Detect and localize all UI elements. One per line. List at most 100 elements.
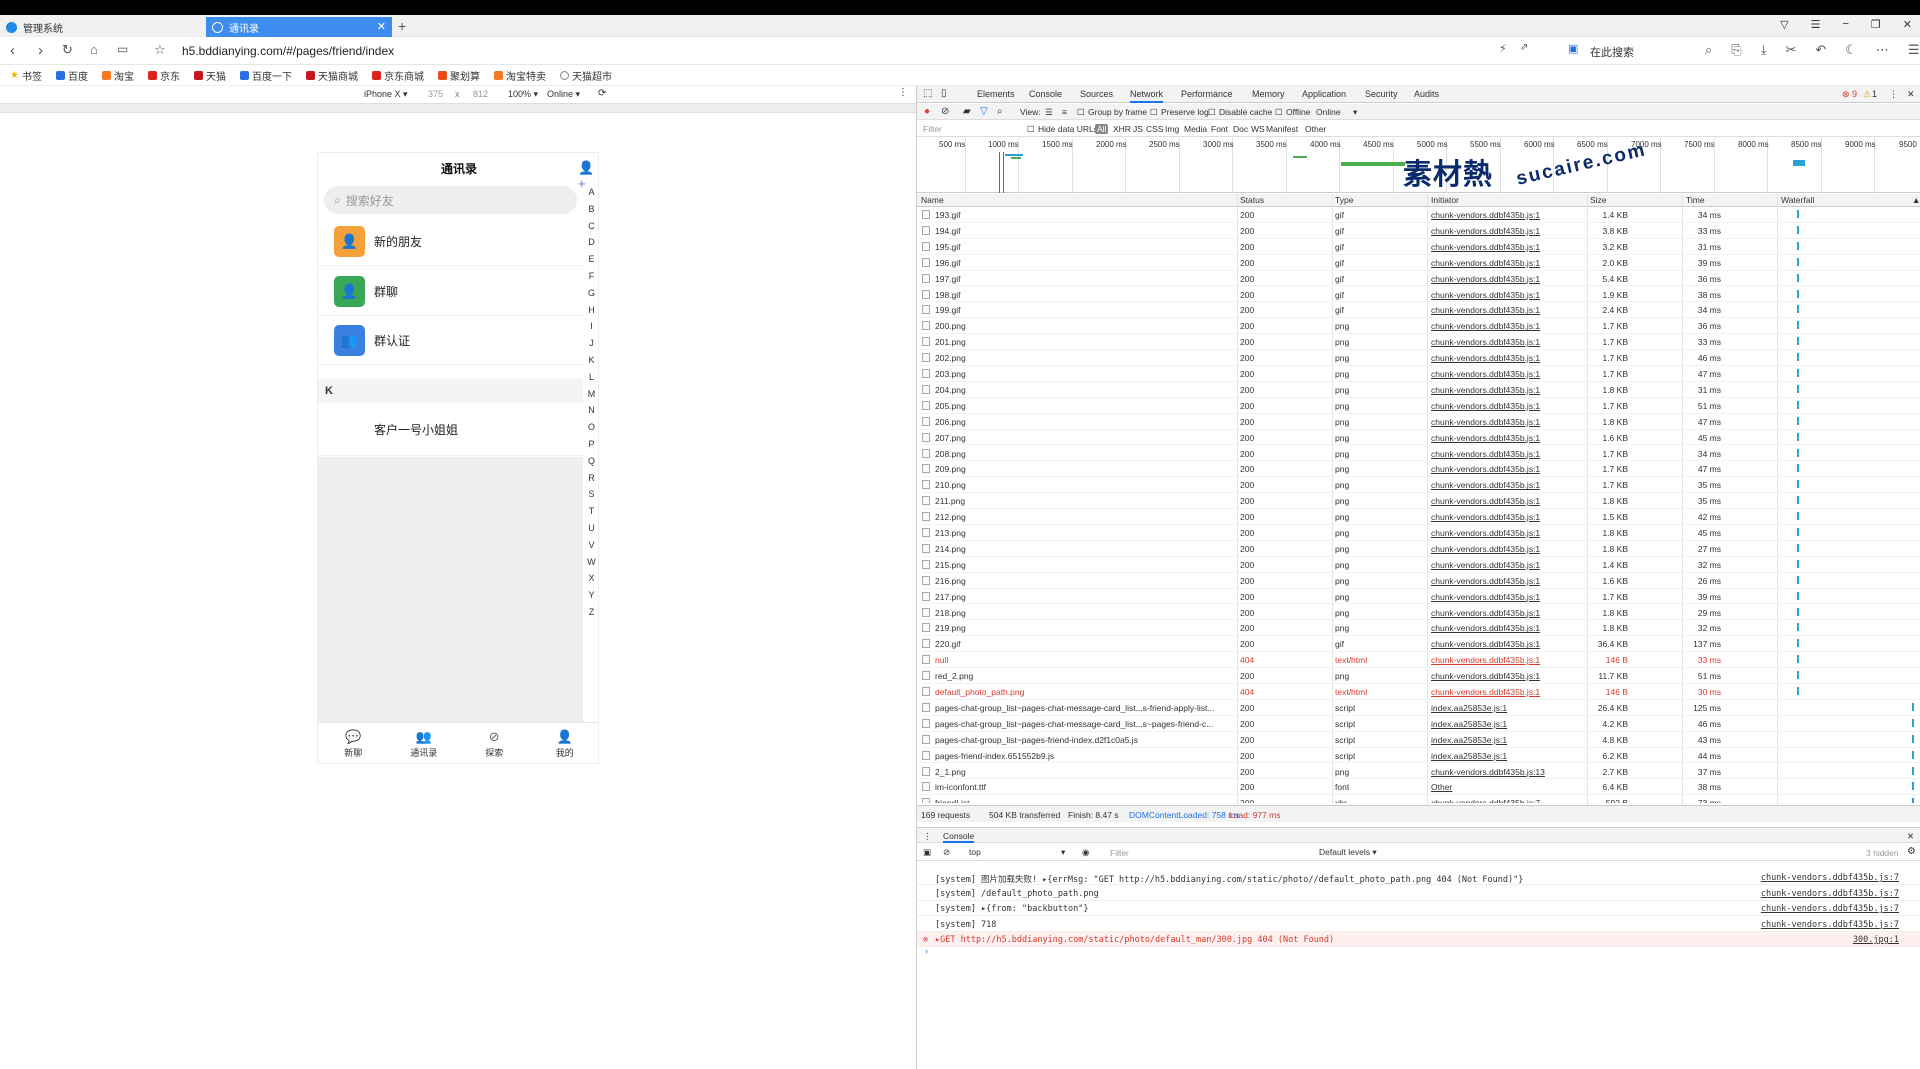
search-input[interactable]: ⌕ 搜索好友 bbox=[324, 186, 577, 214]
new-tab-button[interactable]: + bbox=[398, 18, 406, 34]
index-letter[interactable]: C bbox=[588, 218, 595, 235]
tab-console[interactable]: Console bbox=[1029, 89, 1062, 99]
table-row[interactable]: 218.png 200 png chunk-vendors.ddbf435b.js:1… bbox=[917, 605, 1920, 621]
chevron-down-icon[interactable]: ▾ bbox=[1061, 847, 1065, 858]
index-letter[interactable]: G bbox=[588, 285, 595, 302]
settings-gear-icon[interactable]: ⚙ bbox=[1907, 846, 1916, 857]
col-size[interactable]: Size bbox=[1590, 195, 1607, 205]
table-row[interactable]: red_2.png 200 png chunk-vendors.ddbf435b.js… bbox=[917, 668, 1920, 684]
index-letter[interactable]: S bbox=[588, 486, 594, 503]
sidebar-toggle-icon[interactable]: ▣ bbox=[923, 847, 931, 858]
more-options-icon[interactable]: ⋮ bbox=[898, 87, 908, 98]
index-letter[interactable]: Q bbox=[588, 453, 595, 470]
index-letter[interactable]: A bbox=[588, 184, 594, 201]
undo-icon[interactable]: ↶ bbox=[1815, 42, 1826, 58]
index-letter[interactable]: T bbox=[589, 503, 595, 520]
index-letter[interactable]: P bbox=[588, 436, 594, 453]
list-item-group-chat[interactable]: 👤 群聊 bbox=[318, 267, 583, 316]
table-row[interactable]: 208.png 200 png chunk-vendors.ddbf435b.js:1… bbox=[917, 446, 1920, 462]
index-letter[interactable]: N bbox=[588, 402, 595, 419]
table-row[interactable]: default_photo_path.png 404 text/html chunk-… bbox=[917, 684, 1920, 700]
search-input[interactable]: 在此搜索 bbox=[1590, 44, 1634, 60]
table-row[interactable]: 202.png 200 png chunk-vendors.ddbf435b.js:1… bbox=[917, 350, 1920, 366]
table-row[interactable]: 204.png 200 png chunk-vendors.ddbf435b.js:1… bbox=[917, 382, 1920, 398]
index-letter[interactable]: K bbox=[588, 352, 594, 369]
bookmark-item[interactable]: 百度一下 bbox=[239, 68, 292, 83]
hide-data-urls-checkbox[interactable]: ☐ bbox=[1027, 124, 1035, 135]
error-count[interactable]: 9 bbox=[1852, 89, 1857, 99]
index-letter[interactable]: M bbox=[588, 386, 596, 403]
index-letter[interactable]: Z bbox=[589, 604, 595, 621]
reader-icon[interactable]: ▭ bbox=[117, 42, 128, 56]
eye-icon[interactable]: ◉ bbox=[1082, 847, 1089, 858]
index-letter[interactable]: L bbox=[589, 369, 594, 386]
bookmark-item[interactable]: 天猫商城 bbox=[305, 68, 358, 83]
menu-icon[interactable]: ☰ bbox=[1908, 42, 1920, 58]
clear-icon[interactable]: ⊘ bbox=[941, 106, 949, 117]
table-row[interactable]: 2_1.png 200 png chunk-vendors.ddbf435b.js:1… bbox=[917, 764, 1920, 780]
bookmark-item[interactable]: 京东 bbox=[147, 68, 180, 83]
col-time[interactable]: Time bbox=[1686, 195, 1705, 205]
index-letter[interactable]: I bbox=[590, 318, 593, 335]
console-message[interactable]: [system] 图片加载失败! ▸{errMsg: "GET http://h… bbox=[917, 870, 1920, 885]
camera-icon[interactable]: ▰ bbox=[963, 106, 971, 117]
tab-memory[interactable]: Memory bbox=[1252, 89, 1285, 99]
throttle-select[interactable]: Online bbox=[1316, 107, 1341, 117]
table-row[interactable]: im-iconfont.ttf 200 font Other 6.4 KB 38 ms bbox=[917, 779, 1920, 796]
filter-input[interactable]: Filter bbox=[923, 124, 942, 134]
console-message[interactable]: [system] 718 chunk-vendors.ddbf435b.js:7 bbox=[917, 917, 1920, 932]
rotate-icon[interactable]: ⟳ bbox=[598, 88, 606, 99]
record-icon[interactable]: ● bbox=[924, 106, 930, 117]
filter-icon[interactable]: ▽ bbox=[980, 106, 988, 117]
extension-icon[interactable]: ⎘ bbox=[1731, 42, 1741, 58]
refresh-icon[interactable]: ↻ bbox=[62, 42, 73, 58]
console-prompt-icon[interactable]: › bbox=[925, 946, 928, 956]
index-letter[interactable]: J bbox=[589, 335, 594, 352]
table-row[interactable]: 213.png 200 png chunk-vendors.ddbf435b.js:1… bbox=[917, 525, 1920, 541]
forward-icon[interactable]: › bbox=[38, 42, 43, 59]
list-view-icon[interactable]: ☰ bbox=[1045, 107, 1053, 118]
table-row[interactable]: 200.png 200 png chunk-vendors.ddbf435b.js:1… bbox=[917, 318, 1920, 335]
filter-img[interactable]: Img bbox=[1165, 124, 1179, 134]
tab-console-drawer[interactable]: Console bbox=[943, 831, 975, 843]
tab-contacts[interactable]: 👥 通讯录 bbox=[389, 723, 460, 763]
table-row[interactable]: null 404 text/html chunk-vendors.ddbf435b.j… bbox=[917, 652, 1920, 669]
network-select[interactable]: Online ▾ bbox=[547, 89, 580, 100]
table-row[interactable]: 219.png 200 png chunk-vendors.ddbf435b.js:1… bbox=[917, 620, 1920, 637]
filter-ws[interactable]: WS bbox=[1251, 124, 1265, 134]
disable-cache-checkbox[interactable]: ☐ bbox=[1208, 107, 1216, 118]
table-row[interactable]: 203.png 200 png chunk-vendors.ddbf435b.js:1… bbox=[917, 366, 1920, 382]
filter-other[interactable]: Other bbox=[1305, 124, 1326, 134]
download-icon[interactable]: ⤓ bbox=[1761, 42, 1767, 58]
index-letter[interactable]: H bbox=[588, 302, 595, 319]
bookmark-item[interactable]: ★ 书签 bbox=[10, 68, 42, 83]
tab-audits[interactable]: Audits bbox=[1414, 89, 1439, 99]
zoom-select[interactable]: 100% ▾ bbox=[508, 89, 538, 100]
table-row[interactable]: 212.png 200 png chunk-vendors.ddbf435b.js:1… bbox=[917, 509, 1920, 525]
minimize-button[interactable]: − bbox=[1842, 18, 1848, 31]
url-input[interactable]: h5.bddianying.com/#/pages/friend/index bbox=[182, 44, 394, 58]
tab-sources[interactable]: Sources bbox=[1080, 89, 1113, 99]
tab-me[interactable]: 👤 我的 bbox=[530, 723, 599, 763]
scissors-icon[interactable]: ✂ bbox=[1785, 42, 1796, 58]
inspect-icon[interactable]: ⬚ bbox=[923, 88, 932, 99]
close-devtools-icon[interactable]: ✕ bbox=[1907, 89, 1915, 100]
device-toggle-icon[interactable]: ▯ bbox=[941, 88, 947, 99]
tab-security[interactable]: Security bbox=[1365, 89, 1398, 99]
table-row[interactable]: 195.gif 200 gif chunk-vendors.ddbf435b.js:1… bbox=[917, 239, 1920, 255]
filter-manifest[interactable]: Manifest bbox=[1266, 124, 1298, 134]
index-letter[interactable]: W bbox=[587, 554, 596, 571]
console-filter-input[interactable]: Filter bbox=[1110, 848, 1129, 858]
search-icon[interactable]: ⌕ bbox=[1705, 42, 1712, 58]
col-initiator[interactable]: Initiator bbox=[1431, 195, 1459, 205]
table-row[interactable]: pages-chat-group_list~pages-chat-message… bbox=[917, 700, 1920, 716]
table-row[interactable]: 211.png 200 png chunk-vendors.ddbf435b.js:1… bbox=[917, 493, 1920, 510]
table-row[interactable]: pages-chat-group_list~pages-chat-message… bbox=[917, 716, 1920, 732]
tab-contacts[interactable]: 通讯录 ✕ bbox=[206, 17, 392, 37]
alphabet-index[interactable]: A B C D E F G H I J K L M N O P Q R S T bbox=[583, 184, 598, 621]
table-row[interactable]: 215.png 200 png chunk-vendors.ddbf435b.js:1… bbox=[917, 557, 1920, 573]
col-type[interactable]: Type bbox=[1335, 195, 1353, 205]
table-row[interactable]: 210.png 200 png chunk-vendors.ddbf435b.js:1… bbox=[917, 477, 1920, 494]
close-tab-icon[interactable]: ✕ bbox=[377, 20, 386, 33]
share-icon[interactable]: ⇗ bbox=[1520, 42, 1528, 53]
